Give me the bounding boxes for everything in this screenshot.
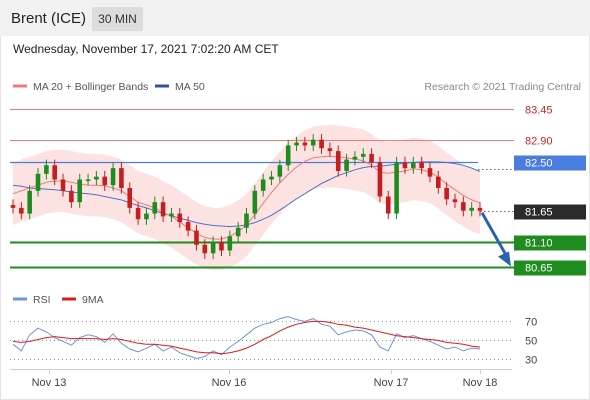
x-tick-label: Nov 16 bbox=[212, 377, 247, 389]
ma20-legend-label: MA 20 + Bollinger Bands bbox=[33, 81, 148, 93]
x-tick-label: Nov 17 bbox=[374, 377, 409, 389]
candle-body bbox=[194, 230, 199, 245]
candle-body bbox=[377, 162, 383, 197]
candle-body bbox=[436, 176, 441, 188]
candle-body bbox=[69, 190, 74, 203]
candle-body bbox=[360, 153, 366, 157]
candle-body bbox=[227, 236, 233, 251]
candle-body bbox=[269, 176, 274, 180]
rsi-legend-label: RSI bbox=[33, 294, 51, 306]
candle-body bbox=[185, 222, 191, 231]
candle-body bbox=[152, 202, 158, 214]
candle-body bbox=[410, 162, 416, 169]
candle-body bbox=[135, 207, 141, 220]
candle-body bbox=[35, 173, 41, 191]
candle-body bbox=[210, 241, 216, 254]
rsi-ma-legend-label: 9MA bbox=[82, 294, 104, 306]
candle-body bbox=[419, 162, 424, 169]
price-chart: MA 20 + Bollinger Bands MA 50 Research ©… bbox=[10, 81, 586, 389]
candle-body bbox=[60, 179, 66, 191]
candle-body bbox=[144, 213, 149, 220]
rsi-ma-legend-swatch bbox=[62, 297, 76, 301]
bollinger-band bbox=[13, 125, 480, 271]
candle-body bbox=[85, 179, 91, 181]
candle-body bbox=[244, 213, 249, 228]
ma50-legend-swatch bbox=[155, 84, 169, 88]
last-price-label: 81.65 bbox=[525, 207, 553, 219]
candle-body bbox=[169, 213, 174, 217]
candle-body bbox=[235, 227, 241, 237]
candle-body bbox=[477, 207, 483, 211]
candle-body bbox=[260, 179, 266, 191]
x-axis: Nov 13 Nov 16 Nov 17 Nov 18 bbox=[32, 369, 498, 389]
support-label: 80.65 bbox=[525, 263, 553, 275]
x-tick-label: Nov 18 bbox=[463, 377, 498, 389]
rsi-tick-label: 30 bbox=[525, 355, 537, 367]
forecast-arrow-head bbox=[498, 251, 511, 267]
candle-body bbox=[94, 176, 99, 180]
candle-body bbox=[285, 145, 291, 166]
ma50-legend-label: MA 50 bbox=[175, 81, 205, 93]
candle-body bbox=[469, 207, 474, 211]
support-label: 81.10 bbox=[525, 238, 553, 250]
resistance-label: 83.45 bbox=[525, 105, 553, 117]
resistance-label: 82.90 bbox=[525, 136, 553, 148]
rsi-tick-label: 70 bbox=[525, 317, 537, 329]
candle-body bbox=[19, 207, 24, 214]
price-panel: 83.45 82.90 82.50 81.65 81.10 80.65 bbox=[10, 105, 586, 276]
candle-body bbox=[52, 165, 57, 180]
candle-body bbox=[277, 165, 283, 177]
credit-text: Research © 2021 Trading Central bbox=[424, 81, 581, 93]
candle-body bbox=[452, 199, 458, 203]
candle-body bbox=[219, 241, 224, 251]
candle-body bbox=[310, 139, 316, 146]
candle-body bbox=[302, 142, 308, 146]
candle-body bbox=[110, 168, 116, 186]
candle-body bbox=[10, 205, 16, 208]
candle-body bbox=[444, 188, 449, 200]
candle-body bbox=[327, 148, 333, 152]
candle-body bbox=[319, 139, 324, 149]
rsi-ma-line bbox=[12, 320, 481, 355]
candle-body bbox=[402, 162, 408, 169]
candle-body bbox=[344, 159, 349, 171]
rsi-tick-label: 50 bbox=[525, 336, 537, 348]
candle-body bbox=[252, 190, 258, 214]
candle-body bbox=[427, 168, 433, 177]
ma20-legend-swatch bbox=[13, 84, 27, 88]
candle-body bbox=[335, 151, 341, 171]
candle-body bbox=[44, 165, 49, 174]
candle-body bbox=[369, 153, 374, 163]
x-tick-label: Nov 13 bbox=[32, 377, 67, 389]
candle-body bbox=[77, 179, 83, 203]
rsi-legend-swatch bbox=[13, 297, 27, 301]
candle-body bbox=[102, 176, 108, 186]
candle-body bbox=[352, 156, 358, 160]
candle-body bbox=[160, 202, 166, 217]
candle-body bbox=[385, 196, 391, 214]
rsi-panel: 70 50 30 bbox=[10, 316, 537, 367]
pivot-label: 82.50 bbox=[525, 158, 553, 170]
candle-body bbox=[294, 142, 299, 146]
candle-body bbox=[202, 244, 208, 254]
forecast-arrow-shaft bbox=[480, 211, 510, 260]
candle-body bbox=[177, 213, 183, 223]
candle-body bbox=[127, 188, 133, 208]
candle-body bbox=[119, 168, 124, 188]
candle-body bbox=[27, 190, 32, 214]
candle-body bbox=[461, 202, 466, 211]
candle-body bbox=[394, 162, 399, 214]
